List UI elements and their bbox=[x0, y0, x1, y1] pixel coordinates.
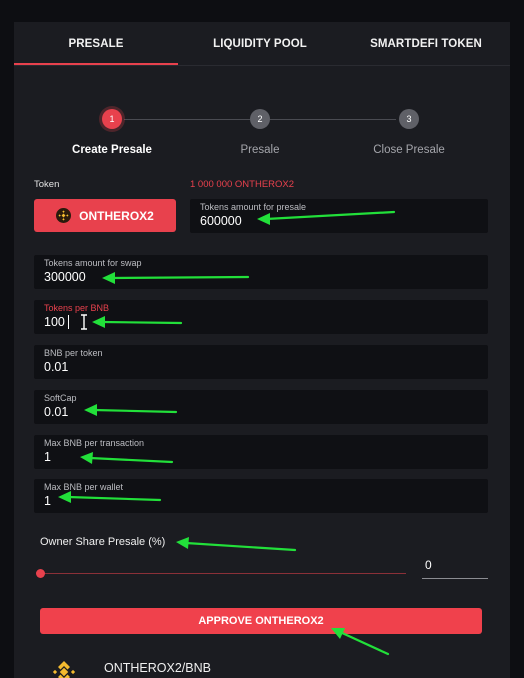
tokens-per-bnb-input[interactable]: 100 bbox=[44, 315, 65, 329]
tokens-swap-input[interactable]: 300000 bbox=[44, 270, 86, 284]
tab-bar: PRESALE LIQUIDITY POOL SMARTDEFI TOKEN bbox=[14, 22, 510, 66]
max-per-tx-label: Max BNB per transaction bbox=[44, 438, 145, 448]
owner-share-label: Owner Share Presale (%) bbox=[40, 536, 166, 548]
owner-share-slider-thumb[interactable] bbox=[36, 569, 45, 578]
tokens-presale-label: Tokens amount for presale bbox=[200, 202, 307, 212]
bnb-icon bbox=[56, 208, 72, 223]
token-label: Token bbox=[34, 179, 60, 190]
step-2-indicator: 2 bbox=[250, 109, 270, 129]
tokens-per-bnb-field[interactable]: Tokens per BNB 100 bbox=[34, 300, 488, 334]
softcap-field[interactable]: SoftCap 0.01 bbox=[34, 390, 488, 424]
owner-share-input-underline bbox=[422, 578, 488, 579]
tab-presale[interactable]: PRESALE bbox=[14, 22, 178, 66]
bnb-per-token-input[interactable]: 0.01 bbox=[44, 360, 68, 374]
softcap-label: SoftCap bbox=[44, 393, 77, 403]
step-3-indicator: 3 bbox=[399, 109, 419, 129]
step-2-label: Presale bbox=[240, 144, 280, 156]
owner-share-slider-track[interactable] bbox=[40, 573, 406, 574]
token-select-button[interactable]: ONTHEROX2 bbox=[34, 199, 176, 232]
tab-liquidity-pool[interactable]: LIQUIDITY POOL bbox=[190, 22, 330, 66]
tokens-presale-field[interactable]: Tokens amount for presale 600000 bbox=[190, 199, 488, 233]
max-per-tx-field[interactable]: Max BNB per transaction 1 bbox=[34, 435, 488, 469]
presale-panel: PRESALE LIQUIDITY POOL SMARTDEFI TOKEN 1… bbox=[14, 22, 510, 678]
step-connector-2 bbox=[270, 119, 396, 120]
step-1-label: Create Presale bbox=[72, 144, 152, 156]
bnb-per-token-label: BNB per token bbox=[44, 348, 103, 358]
tokens-per-bnb-label: Tokens per BNB bbox=[44, 303, 110, 313]
max-per-wallet-input[interactable]: 1 bbox=[44, 494, 51, 508]
bnb-icon bbox=[52, 661, 76, 678]
tabs-divider bbox=[14, 65, 510, 66]
tab-smartdefi-token[interactable]: SMARTDEFI TOKEN bbox=[352, 22, 500, 66]
max-per-tx-input[interactable]: 1 bbox=[44, 450, 51, 464]
token-balance: 1 000 000 ONTHEROX2 bbox=[190, 179, 295, 190]
tokens-swap-field[interactable]: Tokens amount for swap 300000 bbox=[34, 255, 488, 289]
tokens-swap-label: Tokens amount for swap bbox=[44, 258, 142, 268]
max-per-wallet-field[interactable]: Max BNB per wallet 1 bbox=[34, 479, 488, 513]
step-connector-1 bbox=[124, 119, 250, 120]
owner-share-input[interactable]: 0 bbox=[425, 558, 432, 572]
step-1-indicator: 1 bbox=[102, 109, 122, 129]
approve-button[interactable]: APPROVE ONTHEROX2 bbox=[40, 608, 482, 634]
token-name: ONTHEROX2 bbox=[79, 208, 154, 223]
bnb-per-token-field[interactable]: BNB per token 0.01 bbox=[34, 345, 488, 379]
text-caret bbox=[68, 315, 69, 329]
max-per-wallet-label: Max BNB per wallet bbox=[44, 482, 124, 492]
ibeam-cursor-icon bbox=[81, 314, 87, 330]
tokens-presale-input[interactable]: 600000 bbox=[200, 214, 242, 228]
step-3-label: Close Presale bbox=[373, 144, 445, 156]
pair-label: ONTHEROX2/BNB bbox=[104, 661, 211, 675]
softcap-input[interactable]: 0.01 bbox=[44, 405, 68, 419]
